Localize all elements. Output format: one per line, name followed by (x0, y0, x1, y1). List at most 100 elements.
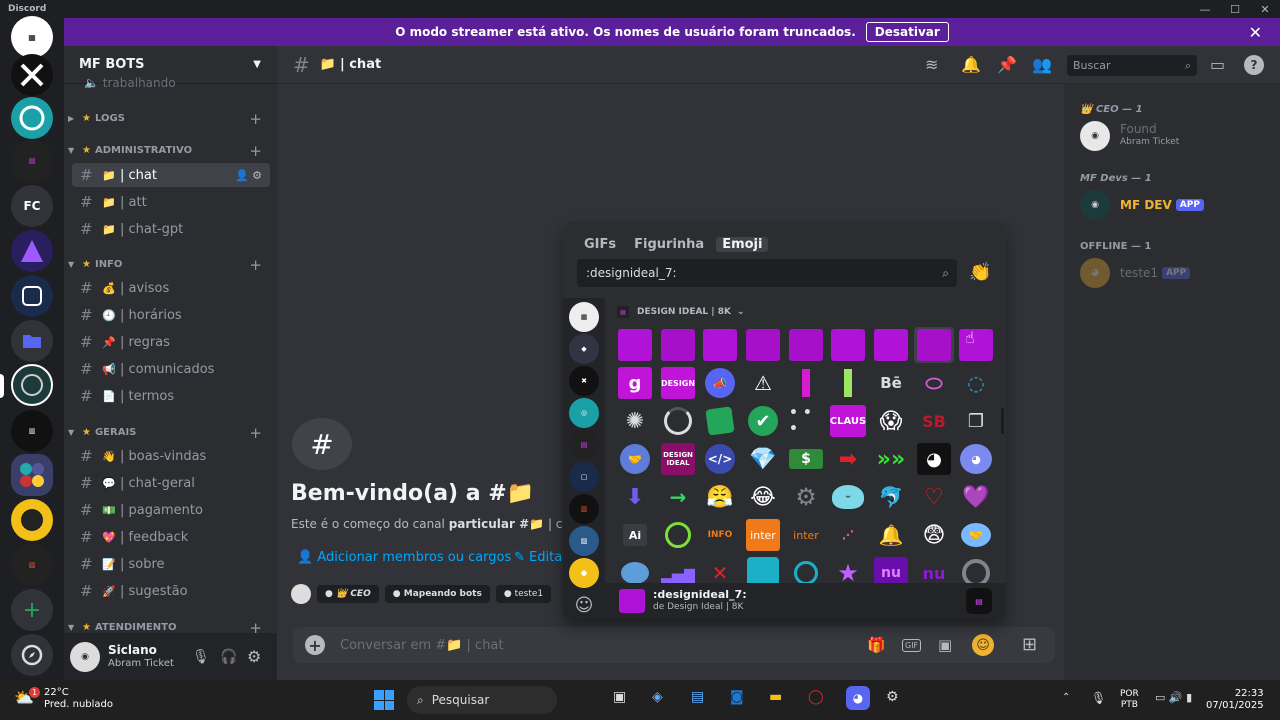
emoji-cell[interactable]: inter (786, 517, 826, 553)
emoji-cell[interactable]: → (658, 479, 698, 515)
disable-streamer-button[interactable]: Desativar (865, 22, 949, 42)
explore-icon[interactable] (11, 634, 53, 676)
emoji-cell[interactable] (615, 555, 655, 583)
channel-horarios[interactable]: # 🕘 | horários (72, 303, 270, 327)
server-icon[interactable]: ▤ (11, 140, 53, 182)
rail-server-icon[interactable]: ◆ (569, 334, 599, 364)
emoji-cell[interactable]: Bē (871, 365, 911, 401)
category-administrativo[interactable]: ▼ ★ ADMINISTRATIVO + (68, 142, 268, 160)
tag-role-mapeando[interactable]: ● Mapeando bots (384, 585, 490, 603)
threads-icon[interactable]: ≋ (925, 55, 938, 74)
channel-chat-geral[interactable]: # 💬 | chat-geral (72, 471, 270, 495)
rail-server-icon[interactable]: ▦ (569, 302, 599, 332)
server-icon[interactable] (11, 275, 53, 317)
emoji-cell[interactable]: 🐬 (871, 479, 911, 515)
emoji-cell[interactable]: 😱 (871, 403, 911, 439)
emoji-cell[interactable] (658, 403, 698, 439)
channel-chat-gpt[interactable]: # 📁 | chat-gpt (72, 217, 270, 241)
server-icon-active[interactable] (11, 364, 53, 406)
taskbar-search[interactable]: ⌕ Pesquisar (407, 686, 557, 714)
emoji-cell[interactable] (956, 555, 996, 583)
partial-channel[interactable]: 🔈 trabalhando (84, 76, 176, 88)
scrollbar-thumb[interactable] (1001, 408, 1004, 434)
emoji-cell[interactable]: ᵕ (828, 479, 868, 515)
emoji-cell[interactable]: Ai (615, 517, 655, 553)
emoji-cell[interactable]: g (615, 365, 655, 401)
emoji-cell[interactable]: ⬭ (914, 365, 954, 401)
sticker-icon[interactable]: ▣ (938, 636, 952, 654)
emoji-cell[interactable] (828, 327, 868, 363)
category-info[interactable]: ▼ ★ INFO + (68, 256, 268, 274)
emoji-cell[interactable]: </> (700, 441, 740, 477)
channel-att[interactable]: # 📁 | att (72, 190, 270, 214)
weather-widget[interactable]: 22°C Pred. nublado (44, 687, 113, 711)
emoji-cell[interactable] (700, 403, 740, 439)
emoji-cell[interactable] (871, 327, 911, 363)
emoji-cell[interactable]: ❐ (956, 403, 996, 439)
emoji-cell[interactable]: ⚙ (786, 479, 826, 515)
channel-feedback[interactable]: # 💖 | feedback (72, 525, 270, 549)
help-icon[interactable]: ? (1244, 54, 1264, 75)
tag-role-ceo[interactable]: ● 👑 CEO (317, 585, 379, 603)
emoji-button-icon[interactable]: ☺ (972, 634, 994, 656)
emoji-cell[interactable] (786, 327, 826, 363)
discord-taskbar-icon[interactable]: ◕ (846, 686, 870, 710)
member-found[interactable]: ◉ Found Abram Ticket (1080, 121, 1179, 151)
edit-channel-link[interactable]: ✎ Edita (514, 550, 562, 565)
channel-sobre[interactable]: # 📝 | sobre (72, 552, 270, 576)
member-mf-dev[interactable]: ◉ MF DEV APP (1080, 190, 1204, 220)
server-icon[interactable] (11, 499, 53, 541)
emoji-cell[interactable] (658, 327, 698, 363)
emoji-cell[interactable]: ✺ (615, 403, 655, 439)
emoji-cell[interactable] (658, 517, 698, 553)
category-gerais[interactable]: ▼ ★ GERAIS + (68, 424, 268, 442)
settings-icons[interactable]: 👤 ⚙ (235, 169, 262, 182)
server-icon[interactable]: ▧ (11, 544, 53, 586)
clock[interactable]: 22:33 07/01/2025 (1206, 688, 1264, 712)
emoji-cell[interactable]: CLAUS (828, 403, 868, 439)
emoji-cell[interactable]: ◕ (956, 441, 996, 477)
emoji-cell[interactable]: 😨 (914, 517, 954, 553)
gift-icon[interactable]: 🎁 (867, 636, 886, 654)
emoji-cell[interactable]: ✔ (743, 403, 783, 439)
add-members-link[interactable]: 👤 Adicionar membros ou cargos (297, 550, 511, 565)
add-attachment-icon[interactable]: + (305, 635, 325, 655)
emoji-cell[interactable]: nu (871, 555, 911, 583)
opera-icon[interactable]: ◯ (808, 689, 824, 705)
category-atendimento[interactable]: ▼ ★ ATENDIMENTO + (68, 619, 268, 637)
emoji-cell[interactable] (786, 555, 826, 583)
add-channel-icon[interactable]: + (249, 256, 262, 274)
emoji-cell[interactable] (615, 327, 655, 363)
category-logs[interactable]: ▶ ★ LOGS + (68, 110, 268, 128)
rail-server-icon[interactable]: ▥ (569, 494, 599, 524)
emoji-cell[interactable]: 📣 (700, 365, 740, 401)
channel-pagamento[interactable]: # 💵 | pagamento (72, 498, 270, 522)
emoji-cell[interactable]: ◕ (914, 441, 954, 477)
user-avatar[interactable]: ◉ (70, 641, 100, 672)
emoji-cell[interactable]: 🤝 (956, 517, 996, 553)
close-window-button[interactable]: ✕ (1250, 0, 1280, 18)
emoji-cell[interactable]: ♡ (914, 479, 954, 515)
emoji-cell[interactable]: ◌ (956, 365, 996, 401)
add-channel-icon[interactable]: + (249, 424, 262, 442)
copilot-icon[interactable]: ◈ (652, 689, 663, 705)
server-icon[interactable]: ▥ (11, 410, 53, 452)
emoji-cell[interactable]: ⚠ (743, 365, 783, 401)
channel-regras[interactable]: # 📌 | regras (72, 330, 270, 354)
microphone-icon[interactable]: 🎙 (192, 649, 210, 665)
emoji-cell[interactable]: 😤 (700, 479, 740, 515)
emoji-cell[interactable]: DESIGN IDEAL (658, 441, 698, 477)
add-server-icon[interactable]: + (11, 589, 53, 631)
tab-emoji[interactable]: Emoji (716, 237, 769, 252)
folder-icon[interactable] (11, 320, 53, 362)
close-banner-icon[interactable]: ✕ (1249, 23, 1262, 42)
rail-server-icon[interactable]: ▢ (569, 462, 599, 492)
mic-tray-icon[interactable]: 🎙 (1091, 691, 1106, 705)
emoji-cell[interactable]: 😂 (743, 479, 783, 515)
emoji-cell[interactable]: 💜 (956, 479, 996, 515)
emoji-section-header[interactable]: ▤ DESIGN IDEAL | 8K ⌄ (617, 306, 745, 318)
add-channel-icon[interactable]: + (249, 142, 262, 160)
maximize-button[interactable]: ☐ (1220, 0, 1250, 18)
emoji-cell[interactable]: SB (914, 403, 954, 439)
outlook-icon[interactable]: ◙ (730, 689, 744, 705)
